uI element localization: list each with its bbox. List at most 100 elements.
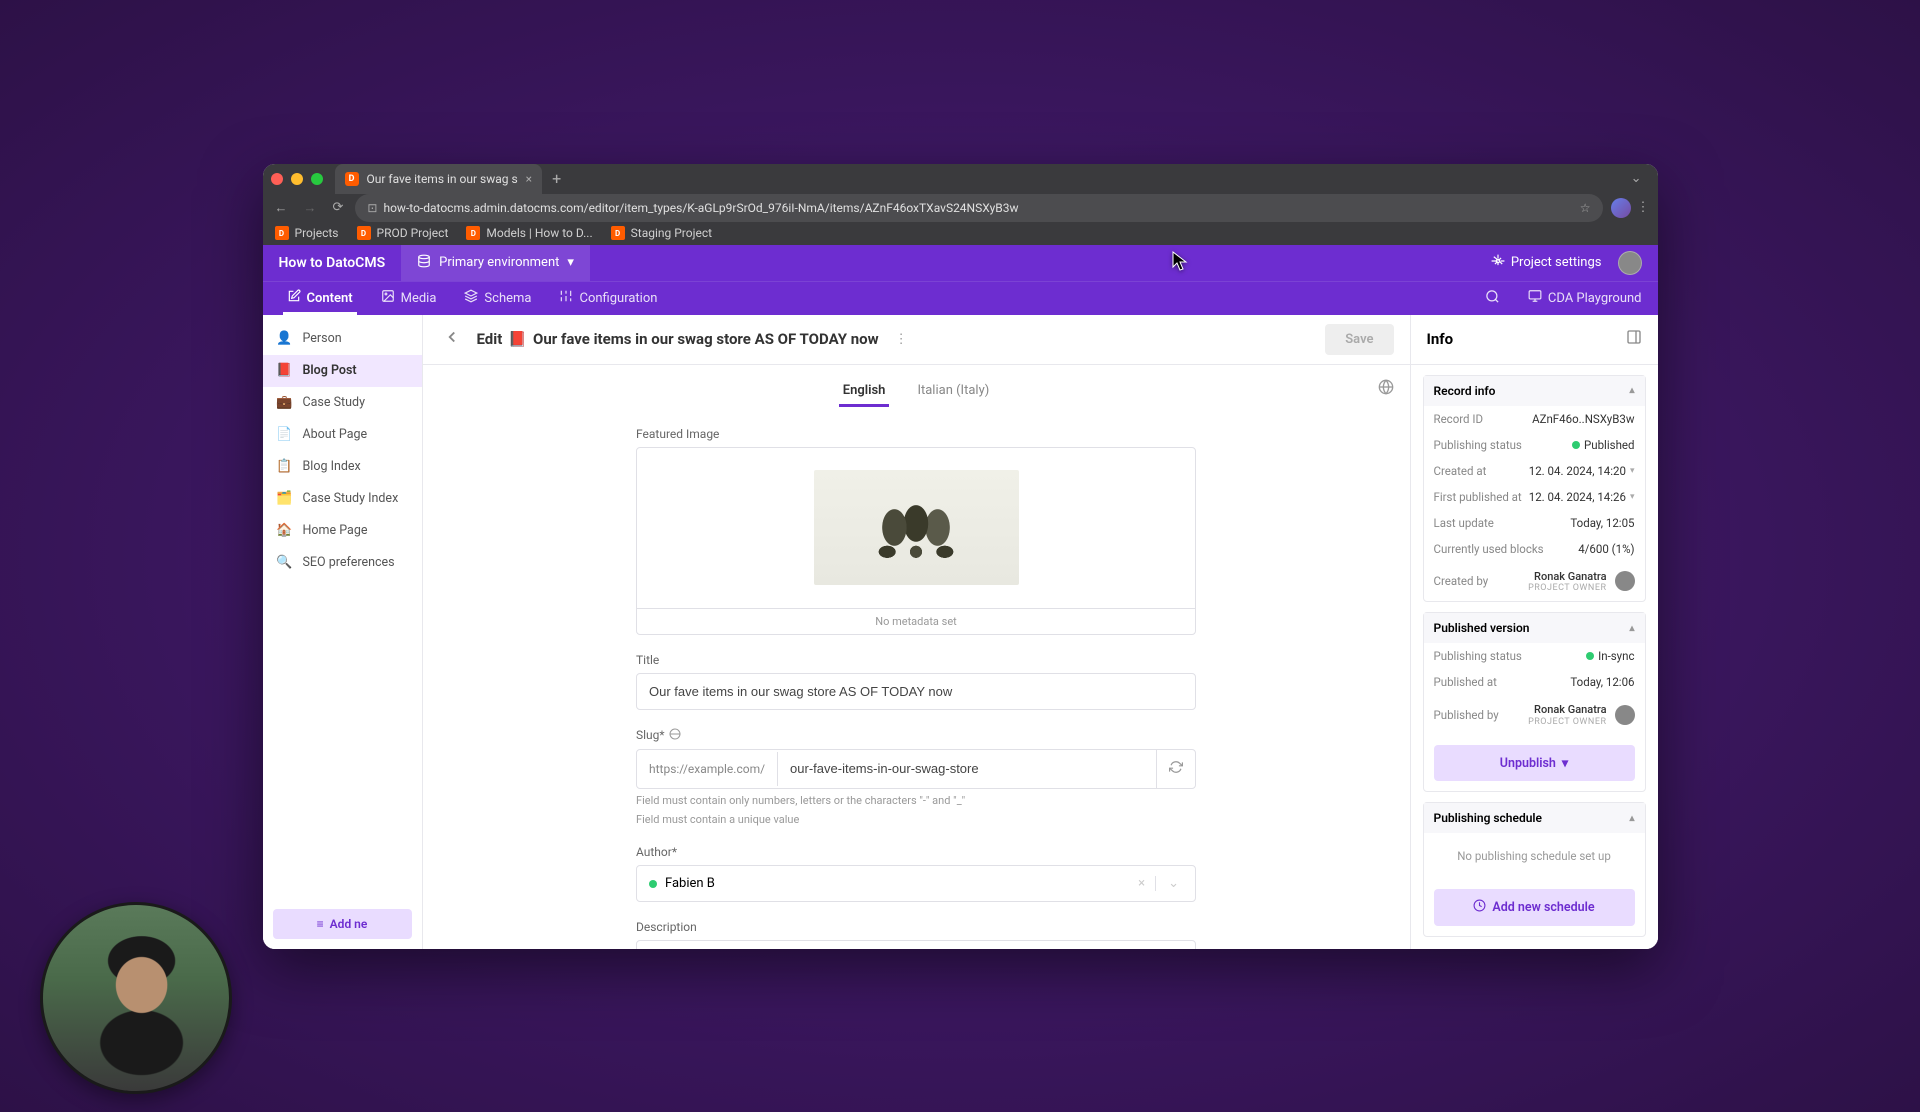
tab-title: Our fave items in our swag s [367,172,518,186]
chevron-down-icon[interactable]: ▾ [1630,492,1635,502]
environment-label: Primary environment [439,255,559,270]
forward-button[interactable]: → [300,196,321,220]
nav-tab-content[interactable]: Content [275,281,365,315]
search-icon[interactable] [1485,289,1500,308]
slug-hint-1: Field must contain only numbers, letters… [636,793,1196,808]
bookmark-item[interactable]: DPROD Project [357,226,449,240]
back-button[interactable] [439,324,465,354]
section-published-version: Published version ▴ Publishing statusIn-… [1423,612,1646,792]
featured-image-box[interactable]: No metadata set [636,447,1196,635]
slug-refresh-button[interactable] [1156,750,1195,788]
maximize-window-button[interactable] [311,173,323,185]
sidebar-item-case-study-index[interactable]: 🗂️Case Study Index [263,483,422,515]
nav-tab-schema[interactable]: Schema [452,281,543,315]
nav-tab-configuration[interactable]: Configuration [547,281,669,315]
no-schedule-message: No publishing schedule set up [1424,833,1645,879]
row-published-at: Published atToday, 12:06 [1424,669,1645,695]
clock-icon [1473,899,1486,916]
nav-tab-media[interactable]: Media [369,281,449,315]
tab-close-icon[interactable]: × [526,172,532,186]
image-preview [814,470,1019,585]
url-text: how-to-datocms.admin.datocms.com/editor/… [383,201,1018,215]
tab-dropdown-icon[interactable]: ⌄ [1623,167,1650,190]
field-title: Title [636,653,1196,710]
row-last-update: Last updateToday, 12:05 [1424,510,1645,536]
mouse-cursor [1172,251,1190,273]
nav-cda-playground[interactable]: CDA Playground [1516,281,1646,315]
field-author: Author* Fabien B × ⌄ [636,845,1196,902]
localization-icon[interactable] [1378,379,1394,399]
back-button[interactable]: ← [271,196,292,220]
new-tab-button[interactable]: + [552,169,561,188]
lang-tab-italian[interactable]: Italian (Italy) [913,377,993,407]
language-tabs: English Italian (Italy) [423,365,1410,419]
app: How to DatoCMS Primary environment ▾ Pro… [263,245,1658,949]
sidebar-item-blog-index[interactable]: 📋Blog Index [263,451,422,483]
app-brand[interactable]: How to DatoCMS [263,255,402,271]
main-editor: Edit 📕 Our fave items in our swag store … [423,315,1410,949]
add-new-button[interactable]: ≡ Add ne [273,909,412,939]
workspace: 👤Person 📕Blog Post 💼Case Study 📄About Pa… [263,315,1658,949]
slug-input[interactable] [778,751,1156,786]
expand-panel-icon[interactable] [1626,329,1642,349]
chevron-down-icon[interactable]: ▾ [1630,466,1635,476]
sidebar-item-blog-post[interactable]: 📕Blog Post [263,355,422,387]
row-created-by: Created by Ronak Ganatra PROJECT OWNER [1424,562,1645,602]
close-window-button[interactable] [271,173,283,185]
chevron-up-icon: ▴ [1629,385,1634,396]
environment-selector[interactable]: Primary environment ▾ [401,245,590,281]
sidebar-item-person[interactable]: 👤Person [263,323,422,355]
sidebar-item-seo-preferences[interactable]: 🔍SEO preferences [263,547,422,579]
bookmark-item[interactable]: DProjects [275,226,339,240]
lang-tab-english[interactable]: English [839,377,890,407]
author-dropdown-icon[interactable]: ⌄ [1164,876,1183,891]
user-avatar[interactable] [1618,251,1642,275]
more-options-icon[interactable]: ⋮ [891,328,912,351]
section-record-info: Record info ▴ Record IDAZnF46o..NSXyB3w … [1423,375,1646,603]
title-input[interactable] [637,674,1195,709]
row-pv-status: Publishing statusIn-sync [1424,643,1645,669]
sliders-icon [559,289,573,307]
record-info-heading[interactable]: Record info ▴ [1424,376,1645,406]
editor-header: Edit 📕 Our fave items in our swag store … [423,315,1410,365]
browser-menu-icon[interactable]: ⋮ [1637,200,1650,215]
tab-bar: D Our fave items in our swag s × + ⌄ [263,164,1658,194]
home-icon: 🏠 [277,523,293,539]
browser-tab[interactable]: D Our fave items in our swag s × [335,164,543,194]
published-version-heading[interactable]: Published version ▴ [1424,613,1645,643]
sidebar-item-case-study[interactable]: 💼Case Study [263,387,422,419]
info-body: Record info ▴ Record IDAZnF46o..NSXyB3w … [1411,365,1658,949]
author-chip[interactable]: Fabien B × ⌄ [636,865,1196,902]
featured-image-label: Featured Image [636,427,1196,441]
sidebar-item-about-page[interactable]: 📄About Page [263,419,422,451]
sidebar-item-home-page[interactable]: 🏠Home Page [263,515,422,547]
bookmark-star-icon[interactable]: ☆ [1580,201,1591,215]
user-avatar [1615,705,1635,725]
page-icon: 📄 [277,427,293,443]
gear-icon [1491,254,1505,272]
info-header: Info [1411,315,1658,365]
row-first-published-at: First published at12. 04. 2024, 14:26▾ [1424,484,1645,510]
unpublish-button[interactable]: Unpublish ▾ [1434,745,1635,781]
url-bar[interactable]: ⊡ how-to-datocms.admin.datocms.com/edito… [355,194,1602,222]
description-input[interactable] [637,941,1195,948]
edit-icon [287,289,301,307]
info-panel: Info Record info ▴ Record IDAZnF46o..NSX… [1410,315,1658,949]
reload-button[interactable]: ⟳ [329,196,348,219]
author-label: Author* [636,845,1196,859]
minimize-window-button[interactable] [291,173,303,185]
bookmark-item[interactable]: DStaging Project [611,226,712,240]
title-label: Title [636,653,1196,667]
site-info-icon[interactable]: ⊡ [367,201,377,215]
row-record-id: Record IDAZnF46o..NSXyB3w [1424,406,1645,432]
project-settings-link[interactable]: Project settings [1491,254,1602,272]
extension-icon[interactable] [1611,198,1631,218]
chevron-up-icon: ▴ [1629,813,1634,824]
schedule-heading[interactable]: Publishing schedule ▴ [1424,803,1645,833]
remove-author-icon[interactable]: × [1134,876,1156,891]
bookmark-item[interactable]: DModels | How to D... [466,226,592,240]
save-button[interactable]: Save [1325,324,1393,355]
localization-icon [669,728,681,743]
sidebar: 👤Person 📕Blog Post 💼Case Study 📄About Pa… [263,315,423,949]
add-schedule-button[interactable]: Add new schedule [1434,889,1635,926]
